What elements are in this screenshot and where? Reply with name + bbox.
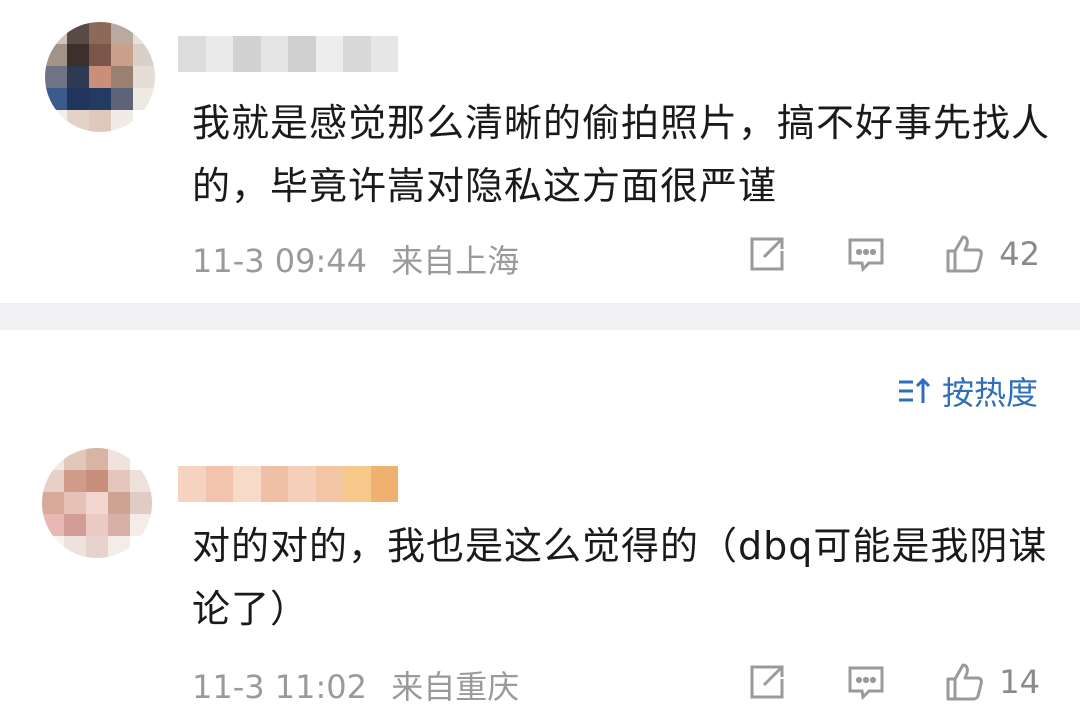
comment-time: 11-3 11:02 (192, 668, 368, 706)
username-mosaic-cell (343, 466, 371, 502)
avatar-mosaic-cell (86, 492, 108, 514)
avatar-mosaic-cell (108, 514, 130, 536)
avatar-mosaic-cell (130, 536, 152, 558)
avatar-mosaic-cell (111, 66, 133, 88)
avatar-mosaic-cell (111, 110, 133, 132)
comment-time: 11-3 09:44 (192, 242, 368, 280)
avatar[interactable] (42, 448, 152, 558)
avatar-mosaic-cell (108, 536, 130, 558)
avatar-mosaic-cell (133, 22, 155, 44)
avatar-mosaic-cell (42, 514, 64, 536)
comment-item: 对的对的，我也是这么觉得的（dbq可能是我阴谋论了） 11-3 11:02 来自… (0, 430, 1080, 707)
avatar-mosaic-cell (111, 44, 133, 66)
comment-text: 对的对的，我也是这么觉得的（dbq可能是我阴谋论了） (192, 524, 1048, 631)
avatar-mosaic-cell (111, 22, 133, 44)
username-mosaic-cell (178, 36, 206, 72)
username-mosaic-cell (343, 36, 371, 72)
username-mosaic-cell (205, 36, 233, 72)
comment-actions: 42 (745, 232, 1040, 276)
like-count: 14 (999, 663, 1040, 701)
username-mosaic-cell (370, 466, 398, 502)
avatar-mosaic-cell (133, 66, 155, 88)
comment-location: 来自重庆 (391, 668, 520, 706)
username-mosaic-cell (288, 466, 316, 502)
username-blurred[interactable] (178, 466, 398, 502)
avatar-mosaic-cell (67, 66, 89, 88)
username-mosaic-cell (205, 466, 233, 502)
share-icon[interactable] (745, 660, 789, 704)
comment-meta: 11-3 09:44 来自上海 (192, 236, 519, 282)
comment-icon[interactable] (844, 232, 888, 276)
avatar-mosaic-cell (64, 448, 86, 470)
avatar-mosaic-cell (64, 536, 86, 558)
username-mosaic-cell (370, 36, 398, 72)
avatar-mosaic-cell (86, 536, 108, 558)
avatar-mosaic-cell (89, 66, 111, 88)
avatar-mosaic-cell (67, 44, 89, 66)
comment-location: 来自上海 (391, 242, 520, 280)
sort-icon (898, 377, 931, 403)
avatar-mosaic-cell (130, 448, 152, 470)
sort-by-hot-button[interactable]: 按热度 (896, 368, 1038, 414)
avatar-mosaic-cell (64, 514, 86, 536)
avatar-mosaic-cell (89, 88, 111, 110)
username-mosaic-cell (260, 36, 288, 72)
avatar-mosaic-cell (42, 470, 64, 492)
section-divider (0, 303, 1080, 330)
avatar-mosaic-cell (130, 492, 152, 514)
avatar-mosaic-cell (108, 492, 130, 514)
avatar-mosaic-cell (130, 470, 152, 492)
avatar-mosaic-cell (45, 110, 67, 132)
avatar-mosaic-cell (133, 44, 155, 66)
avatar-mosaic-cell (89, 110, 111, 132)
avatar-mosaic-cell (89, 22, 111, 44)
avatar-mosaic-cell (67, 22, 89, 44)
avatar-mosaic-cell (133, 110, 155, 132)
avatar-mosaic-cell (45, 66, 67, 88)
comment-actions: 14 (745, 660, 1040, 704)
avatar[interactable] (45, 22, 155, 132)
comment-text: 我就是感觉那么清晰的偷拍照片，搞不好事先找人的，毕竟许嵩对隐私这方面很严谨 (192, 101, 1051, 208)
avatar-mosaic-cell (42, 448, 64, 470)
username-mosaic-cell (315, 36, 343, 72)
avatar-mosaic-cell (89, 44, 111, 66)
username-mosaic-cell (260, 466, 288, 502)
username-blurred[interactable] (178, 36, 398, 72)
username-mosaic-cell (233, 466, 261, 502)
username-mosaic-cell (178, 466, 206, 502)
sort-label: 按热度 (941, 374, 1038, 412)
avatar-mosaic-cell (86, 514, 108, 536)
username-mosaic-cell (288, 36, 316, 72)
avatar-mosaic-cell (108, 470, 130, 492)
avatar-mosaic-cell (111, 88, 133, 110)
username-mosaic-cell (315, 466, 343, 502)
avatar-mosaic-cell (67, 110, 89, 132)
comment-meta: 11-3 11:02 来自重庆 (192, 662, 519, 708)
like-count: 42 (999, 235, 1040, 273)
like-icon[interactable] (943, 660, 987, 704)
avatar-mosaic-cell (45, 22, 67, 44)
username-mosaic-cell (233, 36, 261, 72)
avatar-mosaic-cell (45, 44, 67, 66)
avatar-mosaic-cell (86, 448, 108, 470)
avatar-mosaic-cell (42, 492, 64, 514)
avatar-mosaic-cell (67, 88, 89, 110)
avatar-mosaic-cell (45, 88, 67, 110)
comment-icon[interactable] (844, 660, 888, 704)
like-icon[interactable] (943, 232, 987, 276)
avatar-mosaic-cell (86, 470, 108, 492)
avatar-mosaic-cell (64, 492, 86, 514)
avatar-mosaic-cell (64, 470, 86, 492)
avatar-mosaic-cell (42, 536, 64, 558)
share-icon[interactable] (745, 232, 789, 276)
avatar-mosaic-cell (133, 88, 155, 110)
avatar-mosaic-cell (108, 448, 130, 470)
comment-item: 我就是感觉那么清晰的偷拍照片，搞不好事先找人的，毕竟许嵩对隐私这方面很严谨 11… (0, 0, 1080, 303)
avatar-mosaic-cell (130, 514, 152, 536)
